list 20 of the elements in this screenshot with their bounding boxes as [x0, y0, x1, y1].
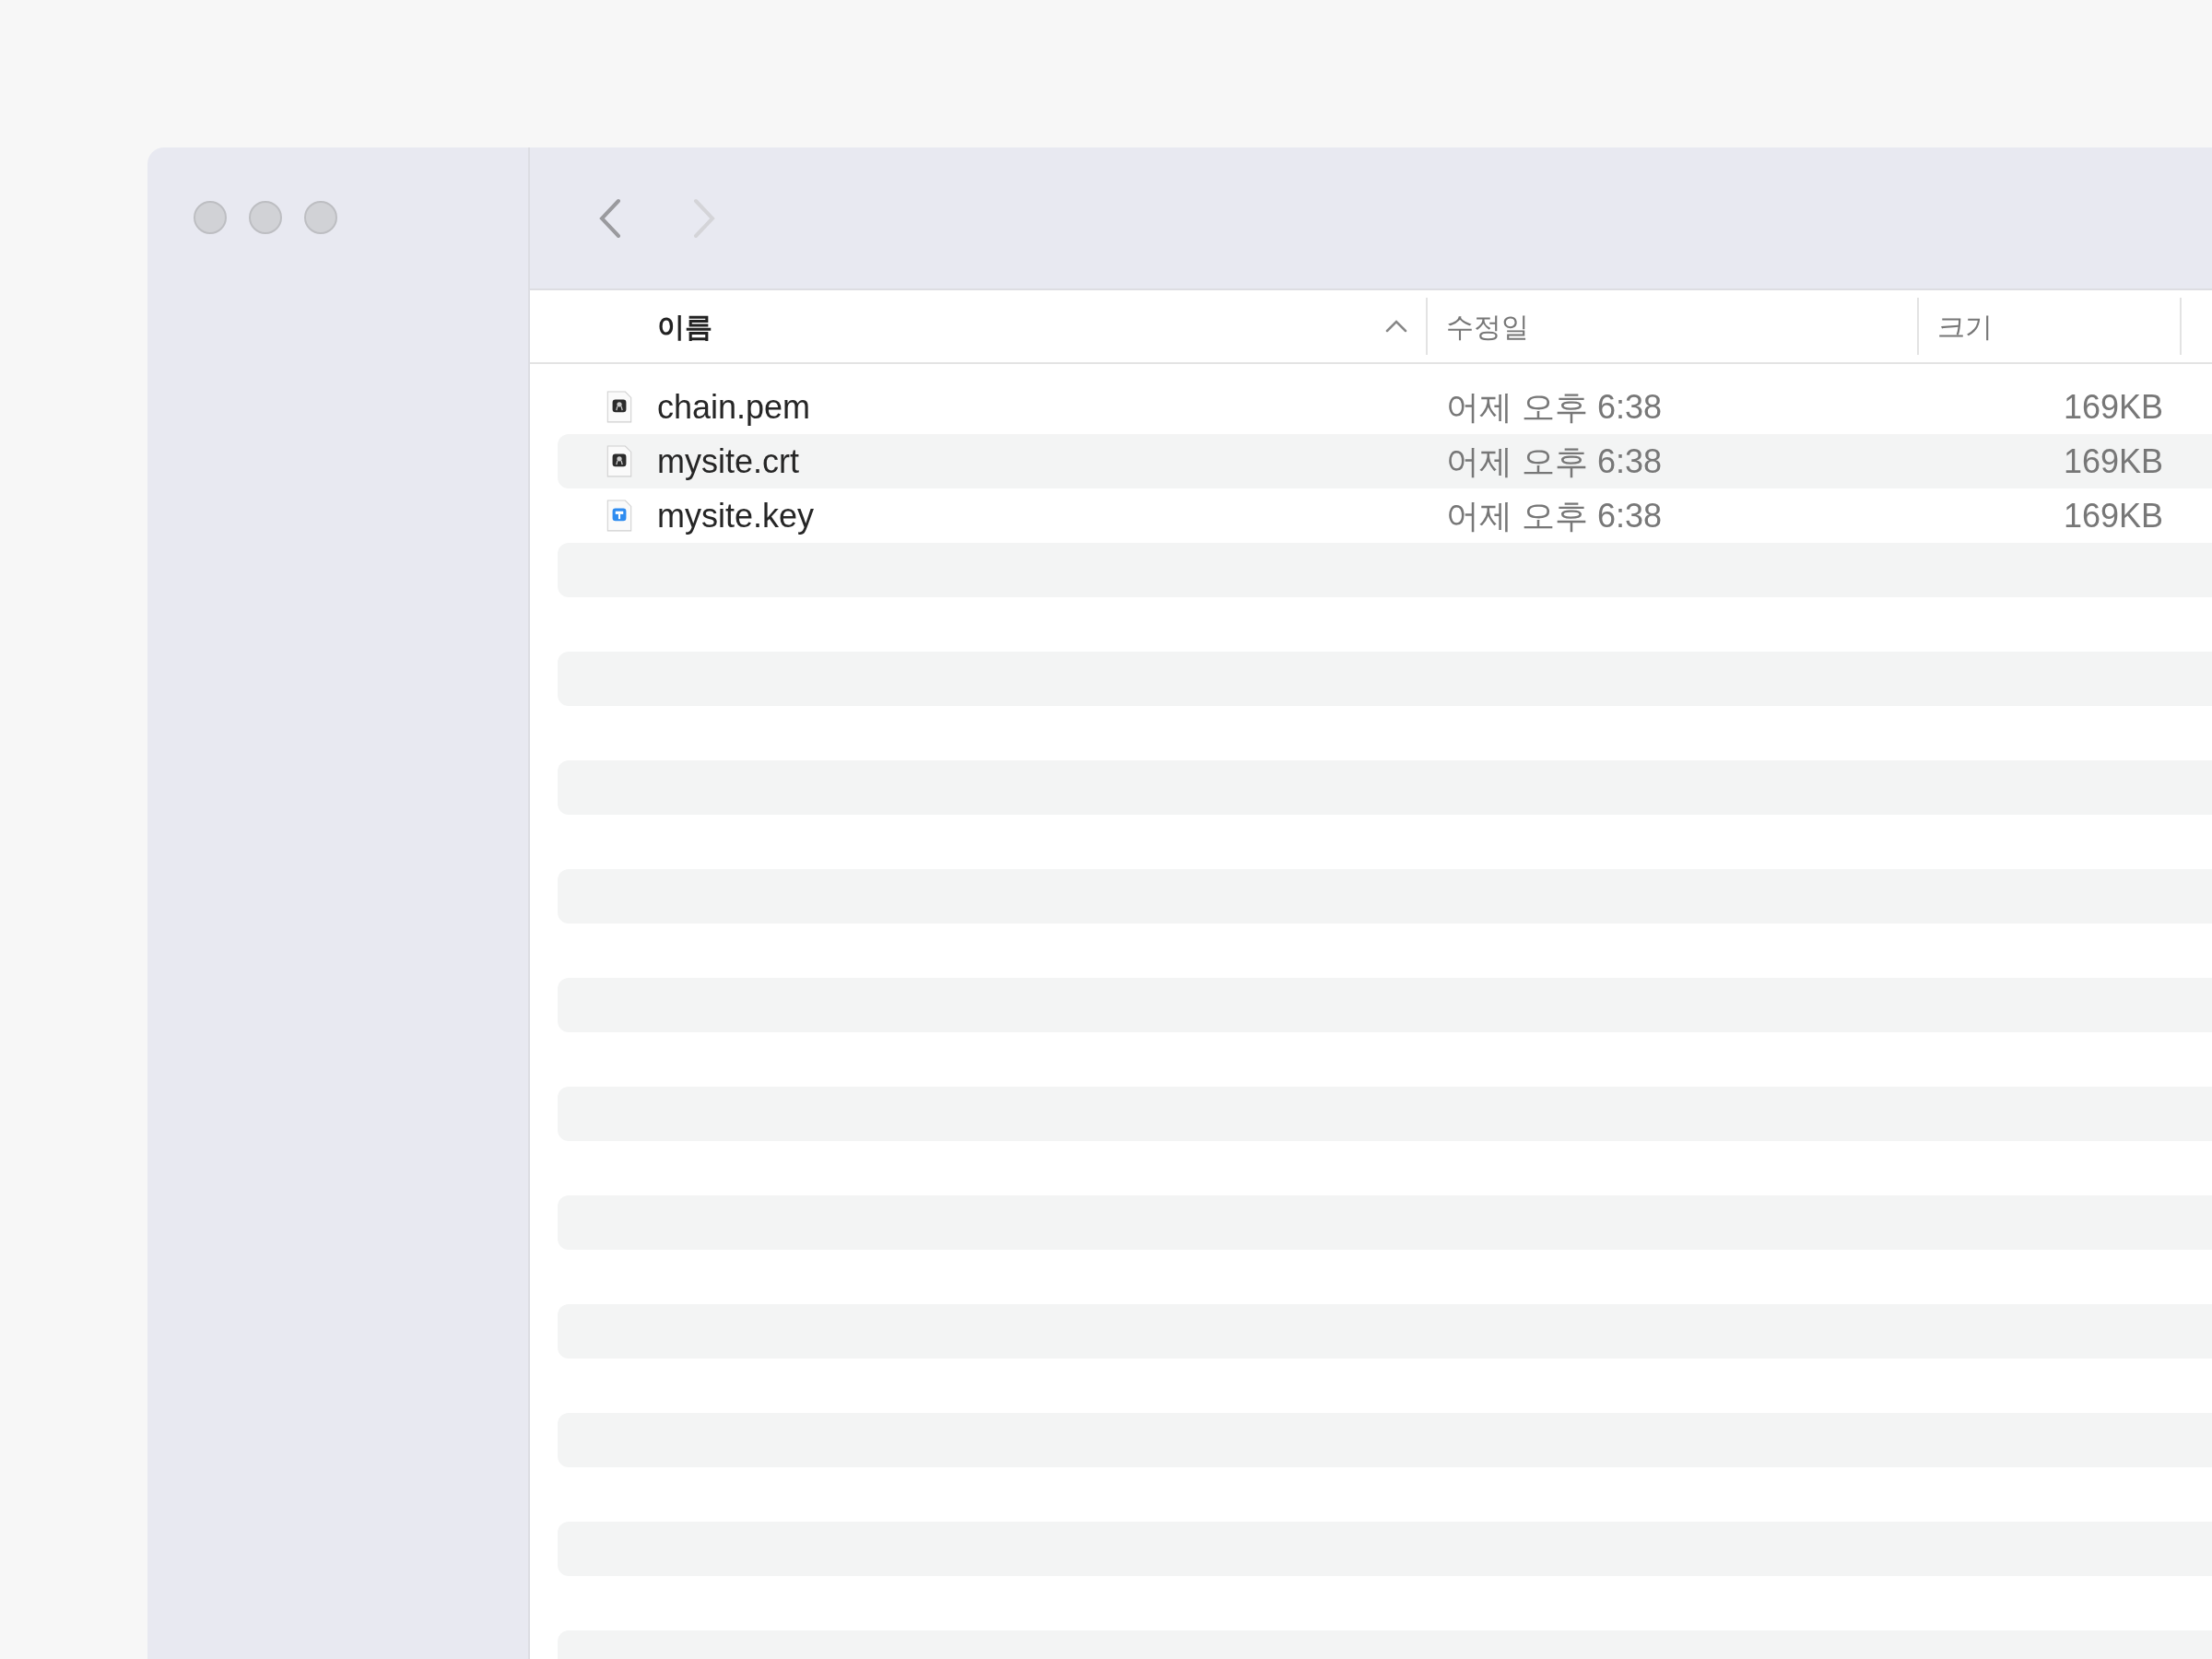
file-name: chain.pem: [657, 386, 811, 428]
certificate-file-icon: [606, 390, 633, 424]
window-control[interactable]: [249, 201, 282, 234]
sort-ascending-icon: [1385, 320, 1407, 333]
file-size: 169KB: [2063, 386, 2163, 428]
window-control[interactable]: [304, 201, 337, 234]
column-header[interactable]: 크기: [1937, 305, 1993, 347]
certificate-file-icon: [606, 444, 633, 478]
window-control[interactable]: [194, 201, 227, 234]
modified-date: 어제 오후 6:38: [1446, 441, 1663, 480]
file-size: 169KB: [2063, 495, 2163, 536]
key-file-icon: [606, 499, 633, 533]
file-name: mysite.crt: [657, 441, 799, 482]
file-name: mysite.key: [657, 495, 815, 536]
column-header[interactable]: 수정일: [1446, 305, 1529, 347]
file-size: 169KB: [2063, 441, 2163, 482]
modified-date: 어제 오후 6:38: [1446, 387, 1663, 426]
file-row[interactable]: mysite.crt 어제 오후 6:38 169KB: [558, 434, 2212, 488]
column-header[interactable]: 이름: [657, 305, 712, 347]
modified-date: 어제 오후 6:38: [1446, 496, 1663, 535]
